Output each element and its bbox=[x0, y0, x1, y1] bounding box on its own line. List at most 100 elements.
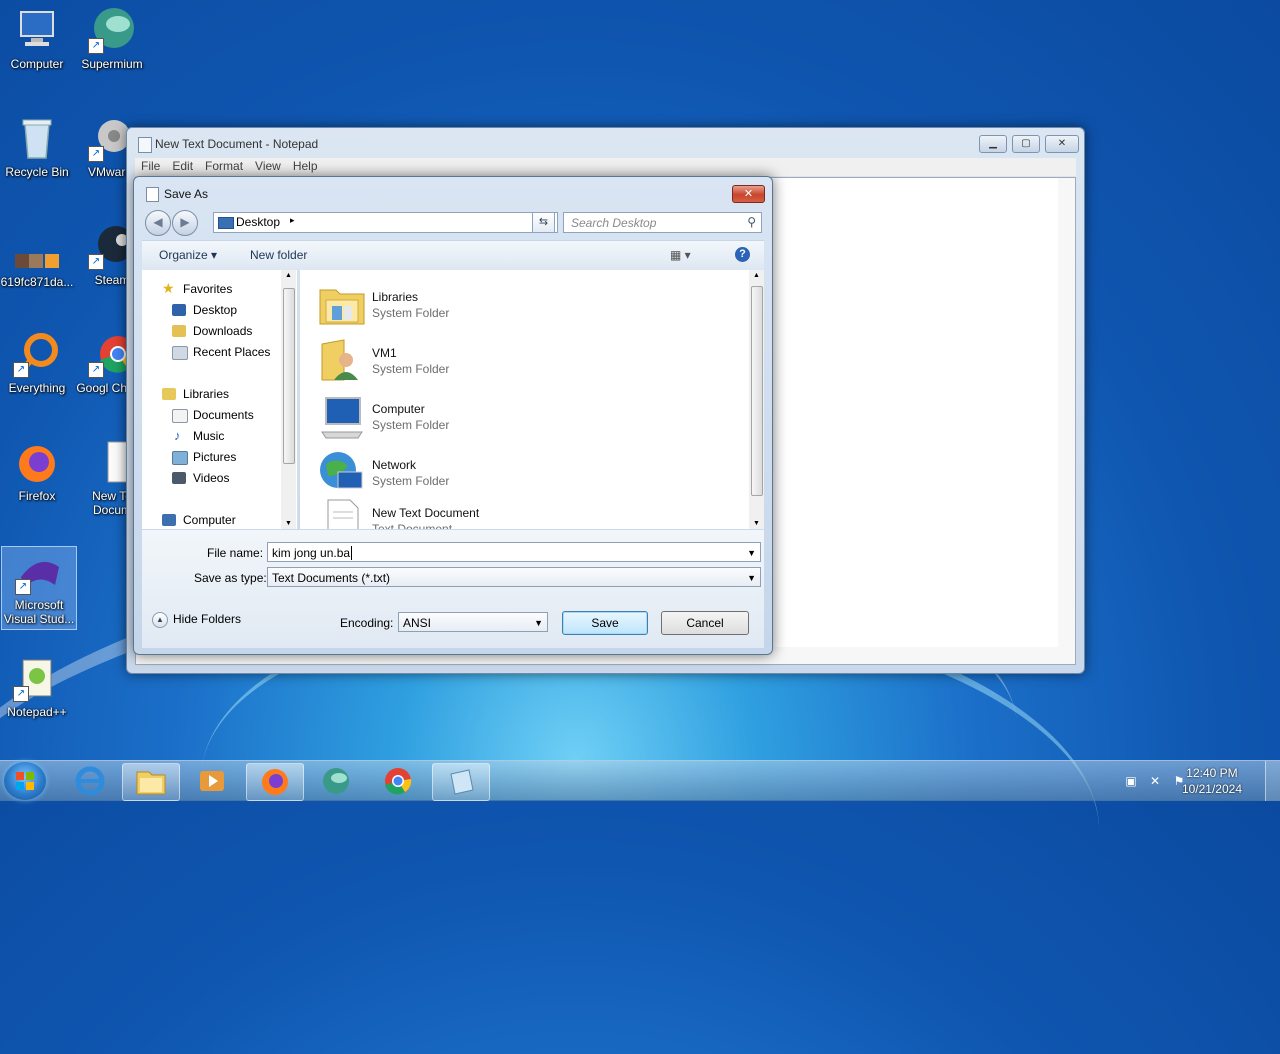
new-folder-button[interactable]: New folder bbox=[250, 248, 307, 262]
video-file-icon bbox=[13, 236, 61, 272]
folder-icon bbox=[136, 771, 166, 795]
encoding-dropdown-icon[interactable]: ▼ bbox=[534, 613, 543, 633]
address-location[interactable]: Desktop bbox=[236, 215, 280, 229]
network-status-icon[interactable]: ▣ bbox=[1124, 774, 1138, 788]
desktop-icon-video-file[interactable]: 619fc871da... bbox=[0, 236, 74, 289]
view-options-button[interactable]: ▦ ▾ bbox=[670, 248, 691, 262]
collapse-icon: ▲ bbox=[152, 612, 168, 628]
file-item-network[interactable]: Network System Folder bbox=[318, 448, 738, 498]
back-button[interactable]: ◀ bbox=[145, 210, 171, 236]
file-type: System Folder bbox=[372, 418, 450, 432]
show-desktop-button[interactable] bbox=[1265, 761, 1280, 801]
menu-edit[interactable]: Edit bbox=[166, 158, 199, 174]
file-item-computer[interactable]: Computer System Folder bbox=[318, 392, 738, 442]
refresh-button[interactable]: ⇆ bbox=[532, 212, 555, 233]
desktop-icon-recycle-bin[interactable]: Recycle Bin bbox=[0, 114, 74, 179]
everything-icon: ↗ bbox=[13, 330, 61, 378]
savetype-select[interactable]: Text Documents (*.txt) ▼ bbox=[267, 567, 761, 587]
desktop-icon-notepad-plus[interactable]: ↗ Notepad++ bbox=[0, 654, 74, 719]
address-bar[interactable]: Desktop ▸ ▾ bbox=[213, 212, 558, 233]
desktop-icon-label: Notepad++ bbox=[7, 705, 67, 719]
taskbar-supermium[interactable] bbox=[308, 763, 364, 799]
menu-format[interactable]: Format bbox=[199, 158, 249, 174]
forward-button[interactable]: ▶ bbox=[172, 210, 198, 236]
recent-places-icon bbox=[172, 346, 188, 360]
notepad-icon bbox=[138, 137, 152, 153]
taskbar-explorer[interactable] bbox=[122, 763, 180, 801]
savetype-dropdown-icon[interactable]: ▼ bbox=[747, 568, 756, 588]
taskbar-chrome[interactable] bbox=[370, 763, 426, 799]
hide-folders-button[interactable]: ▲ Hide Folders bbox=[152, 612, 241, 628]
save-options-panel: File name: kim jong un.ba ▼ Save as type… bbox=[142, 530, 764, 648]
supermium-icon: ↗ bbox=[88, 6, 136, 54]
savetype-value: Text Documents (*.txt) bbox=[272, 571, 391, 585]
dialog-close-button[interactable]: ✕ bbox=[732, 185, 765, 203]
file-list-scrollbar[interactable]: ▲ ▼ bbox=[749, 270, 764, 529]
menu-view[interactable]: View bbox=[249, 158, 287, 174]
encoding-label: Encoding: bbox=[340, 616, 394, 630]
clock-date: 10/21/2024 bbox=[1181, 782, 1242, 796]
desktop-icon-visual-studio[interactable]: ↗ Microsoft Visual Stud... bbox=[1, 546, 77, 630]
taskbar-notepad[interactable] bbox=[432, 763, 490, 801]
breadcrumb-arrow-icon[interactable]: ▸ bbox=[290, 215, 295, 226]
desktop-icon-firefox[interactable]: Firefox bbox=[0, 438, 74, 503]
file-item-libraries[interactable]: Libraries System Folder bbox=[318, 280, 738, 330]
shortcut-arrow-icon: ↗ bbox=[88, 38, 104, 54]
desktop-icon-label: Microsoft Visual Stud... bbox=[3, 598, 75, 626]
file-name: Libraries bbox=[372, 290, 419, 304]
file-type: Text Document bbox=[372, 522, 453, 529]
nav-label: Music bbox=[193, 429, 225, 443]
scroll-up-icon[interactable]: ▲ bbox=[753, 272, 760, 279]
taskbar-media-player[interactable] bbox=[184, 763, 240, 799]
desktop-icon-label: Supermium bbox=[81, 57, 143, 71]
menu-bar: File Edit Format View Help bbox=[135, 158, 1076, 176]
taskbar-firefox[interactable] bbox=[246, 763, 304, 801]
file-list-scroll-thumb[interactable] bbox=[751, 286, 763, 496]
filename-dropdown-icon[interactable]: ▼ bbox=[747, 543, 756, 563]
scroll-up-icon[interactable]: ▲ bbox=[285, 272, 292, 279]
vertical-scrollbar[interactable] bbox=[1058, 178, 1075, 647]
notepad-title: New Text Document - Notepad bbox=[155, 137, 319, 151]
file-name: VM1 bbox=[372, 346, 397, 360]
start-button[interactable] bbox=[4, 762, 46, 800]
scroll-down-icon[interactable]: ▼ bbox=[753, 520, 760, 527]
close-button[interactable]: ✕ bbox=[1045, 135, 1079, 153]
help-icon[interactable]: ? bbox=[735, 247, 750, 262]
desktop-icon-everything[interactable]: ↗ Everything bbox=[0, 330, 74, 395]
file-item-vm1[interactable]: VM1 System Folder bbox=[318, 336, 738, 386]
maximize-button[interactable]: ▢ bbox=[1012, 135, 1040, 153]
computer-icon bbox=[13, 6, 61, 54]
desktop-icon-supermium[interactable]: ↗ Supermium bbox=[75, 6, 149, 71]
firefox-icon bbox=[13, 438, 61, 486]
taskbar-internet-explorer[interactable] bbox=[62, 763, 118, 799]
nav-scrollbar[interactable]: ▲ ▼ bbox=[281, 270, 296, 529]
menu-help[interactable]: Help bbox=[287, 158, 324, 174]
nav-label: Pictures bbox=[193, 450, 237, 464]
libraries-icon bbox=[162, 388, 176, 400]
desktop-icon-computer[interactable]: Computer bbox=[0, 6, 74, 71]
desktop-icon-label: Firefox bbox=[18, 489, 56, 503]
file-name: New Text Document bbox=[372, 506, 480, 520]
dialog-title: Save As bbox=[164, 187, 209, 201]
encoding-select[interactable]: ANSI ▼ bbox=[398, 612, 548, 632]
text-cursor bbox=[351, 546, 353, 560]
desktop-icon-label: 619fc871da... bbox=[0, 275, 74, 289]
menu-file[interactable]: File bbox=[135, 158, 166, 174]
file-item-new-text-document[interactable]: New Text Document Text Document bbox=[318, 496, 738, 529]
shortcut-arrow-icon: ↗ bbox=[88, 254, 104, 270]
nav-scroll-thumb[interactable] bbox=[283, 288, 295, 464]
save-button[interactable]: Save bbox=[562, 611, 648, 635]
organize-button[interactable]: Organize ▾ bbox=[159, 248, 217, 262]
volume-muted-icon[interactable]: ✕ bbox=[1148, 774, 1162, 788]
windows-logo-icon bbox=[16, 772, 34, 790]
nav-label: Documents bbox=[193, 408, 254, 422]
star-icon: ★ bbox=[162, 280, 175, 296]
hide-folders-label: Hide Folders bbox=[173, 612, 242, 627]
cancel-button[interactable]: Cancel bbox=[661, 611, 749, 635]
search-input[interactable]: Search Desktop ⚲ bbox=[563, 212, 762, 233]
clock[interactable]: 12:40 PM 10/21/2024 bbox=[1182, 765, 1242, 797]
minimize-button[interactable]: ▁ bbox=[979, 135, 1007, 153]
scroll-down-icon[interactable]: ▼ bbox=[285, 520, 292, 527]
media-player-icon bbox=[200, 771, 224, 791]
filename-input[interactable]: kim jong un.ba ▼ bbox=[267, 542, 761, 562]
